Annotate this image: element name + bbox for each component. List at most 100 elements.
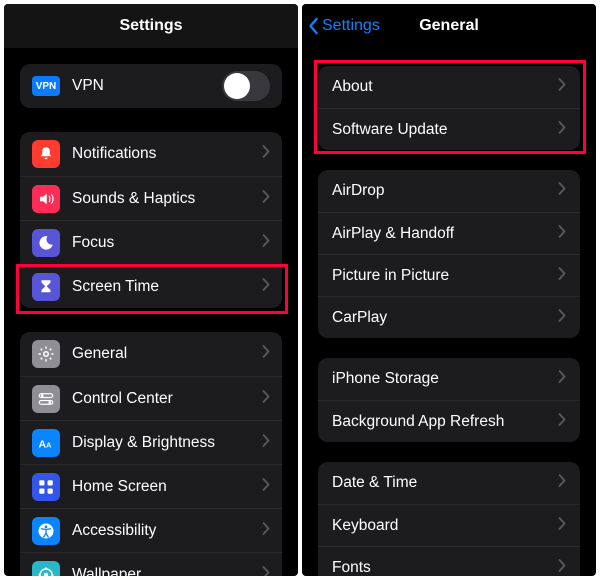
row-label: Focus: [60, 234, 262, 252]
settings-group: AirDrop AirPlay & Handoff Picture in Pictu…: [318, 170, 580, 338]
vpn-toggle[interactable]: [222, 71, 270, 101]
chevron-right-icon: [262, 345, 270, 363]
chevron-right-icon: [262, 434, 270, 447]
svg-text:A: A: [46, 440, 52, 449]
header: Settings General: [302, 4, 596, 48]
row-label: Date & Time: [332, 474, 558, 492]
grid-icon: [32, 473, 60, 501]
bell-icon: [32, 140, 60, 168]
chevron-right-icon: [558, 370, 566, 388]
chevron-right-icon: [558, 78, 566, 96]
chevron-right-icon: [262, 278, 270, 291]
chevron-right-icon: [558, 559, 566, 577]
chevron-right-icon: [262, 345, 270, 358]
chevron-right-icon: [558, 121, 566, 134]
back-button[interactable]: Settings: [302, 17, 380, 35]
chevron-right-icon: [262, 566, 270, 577]
settings-row[interactable]: Screen Time: [20, 264, 282, 308]
row-label: Home Screen: [60, 478, 262, 496]
settings-row[interactable]: AADisplay & Brightness: [20, 420, 282, 464]
settings-row[interactable]: Fonts: [318, 546, 580, 576]
settings-screen: Settings VPN VPN Notifications Sounds & H…: [4, 4, 298, 576]
settings-row[interactable]: AirPlay & Handoff: [318, 212, 580, 254]
chevron-right-icon: [558, 413, 566, 426]
settings-row[interactable]: Keyboard: [318, 504, 580, 546]
settings-row[interactable]: CarPlay: [318, 296, 580, 338]
settings-row-vpn[interactable]: VPN VPN: [20, 64, 282, 108]
settings-row[interactable]: Accessibility: [20, 508, 282, 552]
chevron-right-icon: [558, 267, 566, 280]
row-label: Control Center: [60, 390, 262, 408]
text-size-icon: AA: [32, 429, 60, 457]
chevron-right-icon: [558, 78, 566, 91]
row-label: Background App Refresh: [332, 413, 558, 431]
settings-group: About Software Update: [318, 66, 580, 150]
settings-group: Notifications Sounds & Haptics Focus Screen…: [20, 132, 282, 308]
row-label: General: [60, 345, 262, 363]
row-label: Keyboard: [332, 517, 558, 535]
chevron-right-icon: [262, 390, 270, 408]
settings-row[interactable]: Wallpaper: [20, 552, 282, 576]
page-title: Settings: [119, 17, 182, 35]
row-label: Fonts: [332, 559, 558, 577]
settings-row[interactable]: Picture in Picture: [318, 254, 580, 296]
chevron-right-icon: [262, 145, 270, 158]
speaker-icon: [32, 185, 60, 213]
row-label: About: [332, 78, 558, 96]
row-label: Picture in Picture: [332, 267, 558, 285]
chevron-right-icon: [262, 278, 270, 296]
row-label: VPN: [60, 77, 222, 95]
chevron-right-icon: [558, 517, 566, 535]
settings-row[interactable]: About: [318, 66, 580, 108]
settings-row[interactable]: Home Screen: [20, 464, 282, 508]
chevron-right-icon: [262, 190, 270, 208]
chevron-right-icon: [262, 522, 270, 535]
switches-icon: [32, 385, 60, 413]
chevron-right-icon: [558, 559, 566, 572]
chevron-right-icon: [262, 145, 270, 163]
chevron-right-icon: [262, 522, 270, 540]
settings-row[interactable]: Focus: [20, 220, 282, 264]
settings-row[interactable]: Date & Time: [318, 462, 580, 504]
row-label: Wallpaper: [60, 566, 262, 577]
header: Settings: [4, 4, 298, 48]
chevron-right-icon: [558, 413, 566, 431]
row-label: iPhone Storage: [332, 370, 558, 388]
chevron-right-icon: [262, 434, 270, 452]
gear-icon: [32, 340, 60, 368]
chevron-right-icon: [262, 390, 270, 403]
chevron-right-icon: [558, 309, 566, 327]
row-label: AirDrop: [332, 182, 558, 200]
settings-row[interactable]: Background App Refresh: [318, 400, 580, 442]
chevron-left-icon: [308, 17, 320, 35]
chevron-right-icon: [558, 474, 566, 492]
settings-row[interactable]: General: [20, 332, 282, 376]
row-label: CarPlay: [332, 309, 558, 327]
chevron-right-icon: [262, 190, 270, 203]
hourglass-icon: [32, 273, 60, 301]
wallpaper-icon: [32, 561, 60, 577]
settings-row[interactable]: Sounds & Haptics: [20, 176, 282, 220]
chevron-right-icon: [558, 517, 566, 530]
moon-icon: [32, 229, 60, 257]
settings-group: General Control Center AADisplay & Brightn…: [20, 332, 282, 576]
chevron-right-icon: [262, 234, 270, 247]
row-label: Sounds & Haptics: [60, 190, 262, 208]
chevron-right-icon: [558, 182, 566, 195]
settings-group: iPhone Storage Background App Refresh: [318, 358, 580, 442]
general-screen: Settings General About Software Update Ai…: [302, 4, 596, 576]
chevron-right-icon: [558, 182, 566, 200]
settings-group: Date & TimeKeyboardFontsLanguage & Regio…: [318, 462, 580, 576]
chevron-right-icon: [558, 474, 566, 487]
settings-row[interactable]: Control Center: [20, 376, 282, 420]
chevron-right-icon: [558, 121, 566, 139]
back-label: Settings: [322, 17, 380, 35]
settings-row[interactable]: Notifications: [20, 132, 282, 176]
settings-row[interactable]: iPhone Storage: [318, 358, 580, 400]
settings-row[interactable]: AirDrop: [318, 170, 580, 212]
row-label: Screen Time: [60, 278, 262, 296]
row-label: AirPlay & Handoff: [332, 225, 558, 243]
chevron-right-icon: [558, 225, 566, 238]
settings-row[interactable]: Software Update: [318, 108, 580, 150]
chevron-right-icon: [558, 370, 566, 383]
